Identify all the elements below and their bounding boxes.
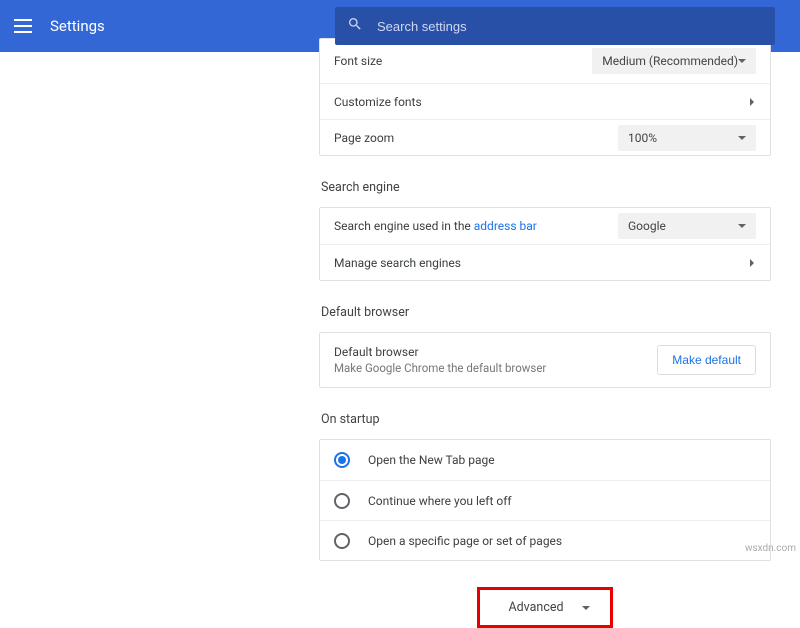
- default-browser-card: Default browser Make Google Chrome the d…: [319, 332, 771, 388]
- caret-down-icon: [582, 606, 590, 610]
- caret-down-icon: [738, 224, 746, 228]
- startup-option-label: Continue where you left off: [368, 494, 512, 508]
- chevron-right-icon: [750, 98, 754, 106]
- default-browser-title: Default browser: [334, 345, 546, 359]
- search-engine-dropdown[interactable]: Google: [618, 213, 756, 239]
- page-zoom-label: Page zoom: [334, 131, 618, 145]
- default-browser-sub: Make Google Chrome the default browser: [334, 361, 546, 375]
- caret-down-icon: [738, 136, 746, 140]
- font-size-label: Font size: [334, 54, 592, 68]
- search-engine-used-row: Search engine used in the address bar Go…: [320, 208, 770, 244]
- default-browser-row: Default browser Make Google Chrome the d…: [320, 333, 770, 387]
- radio-icon[interactable]: [334, 493, 350, 509]
- customize-fonts-label: Customize fonts: [334, 95, 750, 109]
- advanced-toggle[interactable]: Advanced: [477, 587, 612, 628]
- startup-option-label: Open the New Tab page: [368, 453, 495, 467]
- startup-option-continue[interactable]: Continue where you left off: [320, 480, 770, 520]
- address-bar-link[interactable]: address bar: [474, 219, 537, 233]
- startup-option-new-tab[interactable]: Open the New Tab page: [320, 440, 770, 480]
- manage-search-engines-label: Manage search engines: [334, 256, 750, 270]
- advanced-label: Advanced: [508, 600, 563, 615]
- radio-icon[interactable]: [334, 452, 350, 468]
- search-engine-heading: Search engine: [321, 180, 771, 195]
- hamburger-menu-icon[interactable]: [14, 19, 32, 33]
- chevron-right-icon: [750, 259, 754, 267]
- page-zoom-value: 100%: [628, 131, 657, 145]
- on-startup-card: Open the New Tab page Continue where you…: [319, 439, 771, 561]
- customize-fonts-row[interactable]: Customize fonts: [320, 83, 770, 119]
- settings-main: Font size Medium (Recommended) Customize…: [319, 38, 771, 628]
- manage-search-engines-row[interactable]: Manage search engines: [320, 244, 770, 280]
- font-size-dropdown[interactable]: Medium (Recommended): [592, 48, 756, 74]
- search-engine-value: Google: [628, 219, 666, 233]
- page-zoom-dropdown[interactable]: 100%: [618, 125, 756, 151]
- radio-icon[interactable]: [334, 533, 350, 549]
- font-size-value: Medium (Recommended): [602, 54, 738, 68]
- on-startup-heading: On startup: [321, 412, 771, 427]
- watermark: wsxdn.com: [745, 543, 796, 554]
- search-engine-used-label: Search engine used in the address bar: [334, 219, 618, 233]
- search-engine-card: Search engine used in the address bar Go…: [319, 207, 771, 281]
- startup-option-label: Open a specific page or set of pages: [368, 534, 562, 548]
- search-icon: [347, 16, 363, 36]
- caret-down-icon: [738, 59, 746, 63]
- app-header: Settings: [0, 0, 800, 52]
- page-zoom-row: Page zoom 100%: [320, 119, 770, 155]
- font-size-row: Font size Medium (Recommended): [320, 39, 770, 83]
- search-bar[interactable]: [335, 7, 775, 45]
- appearance-card: Font size Medium (Recommended) Customize…: [319, 38, 771, 156]
- make-default-button[interactable]: Make default: [657, 345, 756, 375]
- default-browser-heading: Default browser: [321, 305, 771, 320]
- startup-option-specific-page[interactable]: Open a specific page or set of pages: [320, 520, 770, 560]
- page-title: Settings: [50, 17, 105, 35]
- search-engine-used-prefix: Search engine used in the: [334, 219, 474, 233]
- search-input[interactable]: [377, 19, 763, 34]
